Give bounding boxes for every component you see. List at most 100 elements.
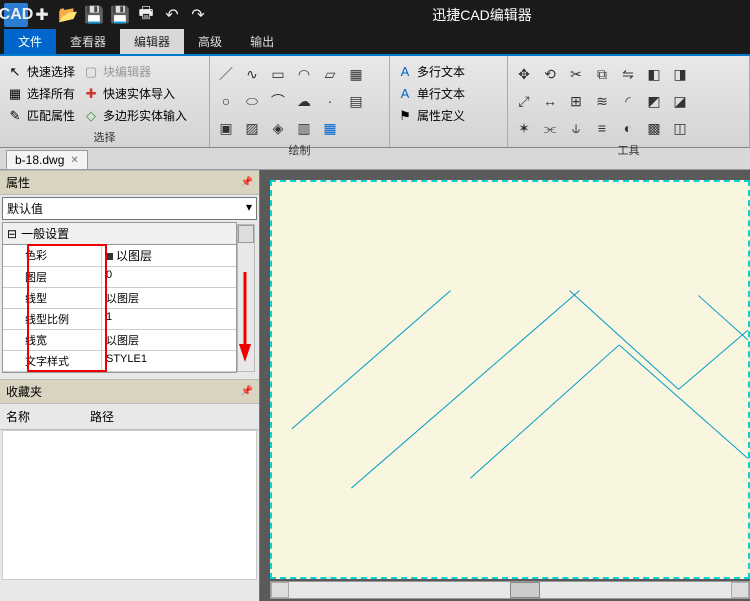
tool4-icon[interactable]: ▥: [294, 119, 314, 137]
tool3-icon[interactable]: ◈: [268, 119, 288, 137]
group-text-label: [394, 131, 503, 147]
app-title: 迅捷CAD编辑器: [214, 5, 750, 25]
cursor-icon: ↖: [7, 64, 23, 80]
save-icon[interactable]: 💾: [82, 3, 106, 27]
prop-section[interactable]: ⊟一般设置: [3, 223, 236, 245]
draw-row1: ／ ∿ ▭ ◠ ▱ ▦: [214, 62, 385, 86]
ellipse-icon[interactable]: ⬭: [242, 92, 262, 110]
tool-d-icon[interactable]: ◪: [670, 92, 690, 110]
new-icon[interactable]: ✚: [30, 3, 54, 27]
copy-icon[interactable]: ⧉: [592, 65, 612, 83]
mirror-icon[interactable]: ⇋: [618, 65, 638, 83]
match-props-button[interactable]: ✎匹配属性: [4, 106, 78, 125]
select-all-button[interactable]: ▦选择所有: [4, 84, 78, 103]
prop-row-layer[interactable]: 图层0: [3, 267, 236, 288]
break-icon[interactable]: ⫝: [566, 119, 586, 137]
favs-list[interactable]: [2, 430, 257, 580]
tool-a-icon[interactable]: ◧: [644, 65, 664, 83]
array-icon[interactable]: ⊞: [566, 92, 586, 110]
offset-icon[interactable]: ≋: [592, 92, 612, 110]
drawing-canvas[interactable]: [270, 180, 750, 579]
tool-row3: ✶ ⫘ ⫝ ≡ ◐ ▩ ◫: [512, 116, 745, 140]
tool2-icon[interactable]: ▨: [242, 119, 262, 137]
print-icon[interactable]: 🖶: [134, 3, 158, 27]
arc-icon[interactable]: ◠: [294, 65, 314, 83]
polygon-icon: ◇: [83, 108, 99, 124]
tool-f-icon[interactable]: ▩: [644, 119, 664, 137]
align-icon[interactable]: ≡: [592, 119, 612, 137]
group-select-label: 选择: [4, 127, 205, 147]
tool1-icon[interactable]: ▣: [216, 119, 236, 137]
cloud-icon[interactable]: ☁: [294, 92, 314, 110]
join-icon[interactable]: ⫘: [540, 119, 560, 137]
tool5-icon[interactable]: ▦: [320, 119, 340, 137]
prop-row-ltype[interactable]: 线型以图层: [3, 288, 236, 309]
trim-icon[interactable]: ✂: [566, 65, 586, 83]
scroll-right-icon[interactable]: [731, 582, 749, 598]
rect-icon[interactable]: ▭: [268, 65, 288, 83]
attrdef-button[interactable]: ⚑属性定义: [394, 106, 468, 125]
props-header[interactable]: 属性 📌: [0, 170, 259, 195]
fillet-icon[interactable]: ◜: [618, 92, 638, 110]
hatch-icon[interactable]: ▦: [346, 65, 366, 83]
col-path: 路径: [90, 408, 114, 425]
import-entity-button[interactable]: ✚快速实体导入: [80, 84, 190, 103]
pin-icon[interactable]: 📌: [241, 177, 253, 188]
polyline-icon[interactable]: ∿: [242, 65, 262, 83]
tab-output[interactable]: 输出: [236, 29, 288, 54]
mtext-icon: A: [397, 64, 413, 80]
prop-row-lweight[interactable]: 线宽以图层: [3, 330, 236, 351]
shape-icon[interactable]: ▱: [320, 65, 340, 83]
line-icon[interactable]: ／: [216, 65, 236, 83]
favs-header[interactable]: 收藏夹 📌: [0, 379, 259, 404]
mtext-button[interactable]: A多行文本: [394, 62, 468, 81]
prop-row-tstyle[interactable]: 文字样式STYLE1: [3, 351, 236, 372]
spline-icon[interactable]: ⌒: [268, 92, 288, 110]
open-icon[interactable]: 📂: [56, 3, 80, 27]
scale-icon[interactable]: ⤢: [514, 92, 534, 110]
red-arrow-annotation: [239, 272, 251, 362]
property-table: ⊟一般设置 色彩以图层 图层0 线型以图层 线型比例1 线宽以图层 文字样式ST…: [2, 222, 237, 373]
app-icon: CAD: [4, 3, 28, 27]
quick-select-button[interactable]: ↖快速选择: [4, 62, 78, 81]
group-tools-label: 工具: [512, 140, 745, 160]
draw-row3: ▣ ▨ ◈ ▥ ▦: [214, 116, 385, 140]
tool-b-icon[interactable]: ◨: [670, 65, 690, 83]
explode-icon[interactable]: ✶: [514, 119, 534, 137]
default-dropdown[interactable]: 默认值 ▾: [2, 197, 257, 220]
tool-c-icon[interactable]: ◩: [644, 92, 664, 110]
tab-viewer[interactable]: 查看器: [56, 29, 120, 54]
menu-tabs: 文件 查看器 编辑器 高级 输出: [0, 30, 750, 56]
move-icon[interactable]: ✥: [514, 65, 534, 83]
scroll-thumb[interactable]: [510, 582, 540, 598]
point-icon[interactable]: ·: [320, 92, 340, 110]
region-icon[interactable]: ▤: [346, 92, 366, 110]
stext-button[interactable]: A单行文本: [394, 84, 468, 103]
rotate-icon[interactable]: ⟲: [540, 65, 560, 83]
redo-icon[interactable]: ↷: [186, 3, 210, 27]
tab-file[interactable]: 文件: [4, 29, 56, 54]
saveas-icon[interactable]: 💾: [108, 3, 132, 27]
match-icon: ✎: [7, 108, 23, 124]
tool-row2: ⤢ ↔ ⊞ ≋ ◜ ◩ ◪: [512, 89, 745, 113]
pin-icon[interactable]: 📌: [241, 386, 253, 397]
prop-row-lscale[interactable]: 线型比例1: [3, 309, 236, 330]
color-swatch-icon: [106, 253, 113, 260]
quick-toolbar: CAD ✚ 📂 💾 💾 🖶 ↶ ↷: [0, 3, 214, 27]
tool-g-icon[interactable]: ◫: [670, 119, 690, 137]
file-tab[interactable]: b-18.dwg ✕: [6, 150, 88, 169]
chevron-down-icon: ▾: [246, 200, 252, 217]
tool-e-icon[interactable]: ◐: [618, 119, 638, 137]
undo-icon[interactable]: ↶: [160, 3, 184, 27]
h-scrollbar[interactable]: [270, 581, 750, 599]
prop-row-color[interactable]: 色彩以图层: [3, 245, 236, 267]
tool-row1: ✥ ⟲ ✂ ⧉ ⇋ ◧ ◨: [512, 62, 745, 86]
title-bar: CAD ✚ 📂 💾 💾 🖶 ↶ ↷ 迅捷CAD编辑器: [0, 0, 750, 30]
circle-icon[interactable]: ○: [216, 92, 236, 110]
tab-editor[interactable]: 编辑器: [120, 29, 184, 54]
tab-advanced[interactable]: 高级: [184, 29, 236, 54]
scroll-left-icon[interactable]: [271, 582, 289, 598]
polygon-entity-button[interactable]: ◇多边形实体输入: [80, 106, 190, 125]
stretch-icon[interactable]: ↔: [540, 92, 560, 110]
close-tab-icon[interactable]: ✕: [70, 155, 78, 166]
